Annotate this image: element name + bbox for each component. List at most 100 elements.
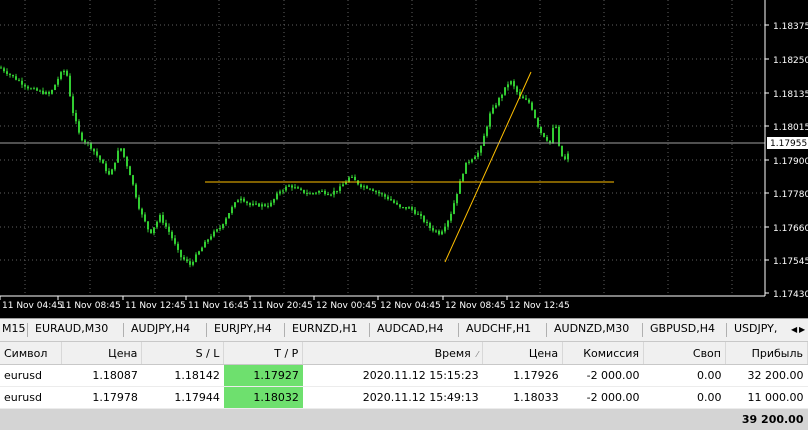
chart-tab[interactable]: EURJPY,H4 [214,322,272,335]
chart-tab[interactable]: AUDNZD,M30 [554,322,629,335]
total-row: 39 200.00 [0,408,808,430]
candle [456,193,458,204]
chart-tab[interactable]: AUDCHF,H1 [466,322,531,335]
candle [291,185,293,188]
candle [27,86,29,89]
candle [99,155,101,160]
header-commission[interactable]: Комиссия [562,342,645,365]
table-row[interactable]: eurusd 1.17978 1.17944 1.18032 2020.11.1… [0,386,808,409]
candle [111,169,113,175]
chart-tab[interactable]: EURAUD,M30 [35,322,108,335]
candle [36,88,38,91]
tab-separator [642,323,643,337]
chart-tab[interactable]: AUDJPY,H4 [131,322,190,335]
candle [312,193,314,195]
table-row[interactable]: eurusd 1.18087 1.18142 1.17927 2020.11.1… [0,364,808,387]
candle [279,191,281,194]
header-tp[interactable]: T / P [223,342,304,365]
candle [21,80,23,85]
chart-tab[interactable]: GBPUSD,H4 [650,322,715,335]
chart-tab[interactable]: EURNZD,H1 [292,322,358,335]
candle [417,213,419,215]
cell-price: 1.18087 [61,364,142,387]
header-swap[interactable]: Своп [643,342,726,365]
candle [438,230,440,235]
cell-symbol: eurusd [0,386,62,409]
candle [30,88,32,90]
cell-commission: -2 000.00 [562,364,644,387]
candle [510,81,512,85]
candle [474,156,476,160]
candle [132,175,134,185]
candle [72,96,74,113]
candle [393,200,395,203]
candle [465,162,467,174]
candle [495,105,497,108]
scroll-right-icon[interactable]: ▶ [799,325,805,334]
candle [222,224,224,229]
candle [390,199,392,201]
candle [333,190,335,195]
candle [147,221,149,230]
chart-canvas[interactable]: 1.18375 1.18250 1.18135 1.18015 1.17900 1.177… [0,0,808,318]
candle [138,197,140,209]
header-close-price[interactable]: Цена [482,342,564,365]
header-price[interactable]: Цена [61,342,143,365]
candle [315,192,317,194]
header-profit[interactable]: Прибыль [725,342,808,365]
candle [288,185,290,187]
candle [246,201,248,204]
candle [516,86,518,93]
candle [141,208,143,215]
chart-tab[interactable]: M15 [2,322,26,335]
candle [471,159,473,162]
cell-profit: 32 200.00 [725,364,808,387]
candle [444,226,446,232]
chart-tab[interactable]: USDJPY, [734,322,777,335]
tab-scroll-arrows[interactable]: ◀ ▶ [790,319,808,341]
candle [486,126,488,136]
candle [174,238,176,244]
candle [477,152,479,157]
header-symbol[interactable]: Символ [0,342,63,365]
price-tick-label: 1.17545 [773,257,808,267]
candle [189,261,191,265]
price-tick-label: 1.18375 [773,22,808,32]
candle [24,84,26,87]
candle [426,221,428,223]
candle [12,74,14,77]
price-chart[interactable]: 1.18375 1.18250 1.18135 1.18015 1.17900 1.177… [0,0,808,318]
cell-sl: 1.17944 [141,386,224,409]
candle [354,176,356,181]
candle [63,70,65,73]
candle [195,254,197,262]
cell-price: 1.17978 [61,386,142,409]
time-tick-label: 11 Nov 20:45 [252,301,313,311]
price-tick-label: 1.17660 [773,224,808,234]
scroll-left-icon[interactable]: ◀ [791,325,797,334]
candle [540,126,542,134]
candle [459,181,461,194]
candle [3,68,5,72]
candle [120,148,122,151]
candle [126,156,128,167]
candle [96,151,98,156]
chart-tab[interactable]: AUDCAD,H4 [377,322,444,335]
candle [267,205,269,207]
candle [81,132,83,141]
candle [255,203,257,205]
candle [249,203,251,206]
price-tick-label: 1.18250 [773,56,808,66]
cell-close-price: 1.17926 [482,364,563,387]
candle [381,193,383,195]
cell-swap: 0.00 [643,364,726,387]
candle [234,202,236,208]
header-sl[interactable]: S / L [141,342,225,365]
time-tick-label: 11 Nov 12:45 [125,301,186,311]
candle [396,202,398,205]
tab-separator [284,323,285,337]
candle [309,193,311,195]
candle [276,193,278,200]
header-time[interactable]: Время ⁄ [302,342,484,365]
candle [342,184,344,187]
